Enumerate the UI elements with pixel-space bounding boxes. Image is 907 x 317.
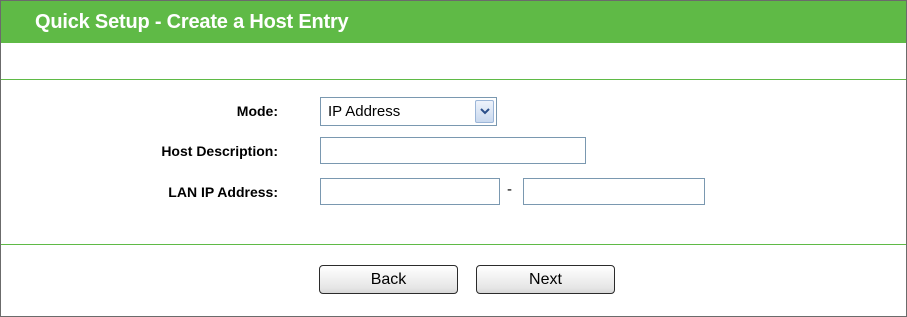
- chevron-down-icon: [480, 108, 490, 115]
- bottom-divider: [1, 244, 906, 245]
- title-bar: Quick Setup - Create a Host Entry: [1, 1, 906, 43]
- top-divider: [1, 79, 906, 80]
- mode-select-value: IP Address: [328, 103, 401, 120]
- mode-label: Mode:: [236, 103, 278, 119]
- lan-ip-end-input[interactable]: [523, 178, 705, 205]
- mode-select[interactable]: IP Address: [320, 97, 497, 126]
- lan-ip-start-input[interactable]: [320, 178, 500, 205]
- page-title: Quick Setup - Create a Host Entry: [35, 11, 349, 33]
- host-description-input[interactable]: [320, 137, 586, 164]
- lan-ip-label: LAN IP Address:: [168, 184, 278, 200]
- back-button[interactable]: Back: [319, 265, 458, 294]
- mode-dropdown-button[interactable]: [475, 100, 494, 123]
- host-description-label: Host Description:: [161, 143, 278, 159]
- ip-range-separator: -: [507, 181, 512, 198]
- next-button[interactable]: Next: [476, 265, 615, 294]
- quick-setup-panel: Quick Setup - Create a Host Entry Mode: …: [0, 0, 907, 317]
